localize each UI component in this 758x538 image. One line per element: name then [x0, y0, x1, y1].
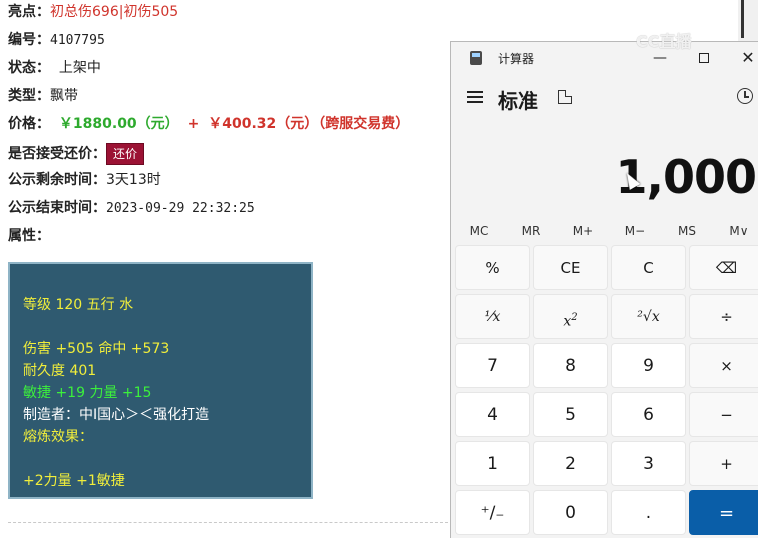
negate-button[interactable]: ⁺∕₋ — [455, 490, 530, 535]
haggle-button[interactable]: 还价 — [106, 143, 145, 165]
attr-durability: 耐久度 401 — [23, 363, 97, 379]
memory-recall-button[interactable]: MR — [505, 219, 557, 243]
digit-2-button[interactable]: 2 — [533, 441, 608, 486]
remaining-value: 3天13时 — [106, 172, 161, 188]
id-value: 4107795 — [50, 33, 105, 48]
plus-button[interactable]: + — [689, 441, 758, 486]
mode-title: 标准 — [498, 89, 538, 113]
attr-row: 属性： — [8, 227, 50, 245]
percent-button[interactable]: % — [455, 245, 530, 290]
digit-6-button[interactable]: 6 — [611, 392, 686, 437]
digit-1-button[interactable]: 1 — [455, 441, 530, 486]
minus-button[interactable]: − — [689, 392, 758, 437]
price-row: 价格： ￥1880.00（元） + ￥400.32（元）（跨服交易费） — [8, 115, 409, 133]
end-label: 公示结束时间： — [8, 200, 106, 216]
type-row: 类型：飘带 — [8, 87, 78, 105]
divide-button[interactable]: ÷ — [689, 294, 758, 339]
listing-panel: 亮点：初总伤696|初伤505 编号：4107795 状态： 上架中 类型：飘带… — [0, 0, 450, 538]
attr-stats: 敏捷 +19 力量 +15 — [23, 385, 152, 401]
memory-row: MC MR M+ M− MS M∨ — [453, 219, 758, 243]
background-scrollbar — [738, 0, 758, 42]
highlights-row: 亮点：初总伤696|初伤505 — [8, 3, 178, 21]
divider — [8, 522, 448, 523]
attr-label: 属性： — [8, 228, 50, 244]
memory-add-button[interactable]: M+ — [557, 219, 609, 243]
id-row: 编号：4107795 — [8, 31, 105, 50]
memory-subtract-button[interactable]: M− — [609, 219, 661, 243]
digit-4-button[interactable]: 4 — [455, 392, 530, 437]
type-label: 类型： — [8, 88, 50, 104]
type-value: 飘带 — [50, 88, 78, 104]
status-row: 状态： 上架中 — [8, 59, 101, 77]
highlights-value: 初总伤696|初伤505 — [50, 4, 179, 20]
close-button[interactable]: ✕ — [731, 46, 758, 70]
digit-9-button[interactable]: 9 — [611, 343, 686, 388]
price-plus: + — [187, 116, 200, 132]
id-label: 编号： — [8, 32, 50, 48]
title-bar[interactable]: 计算器 — ✕ — [451, 42, 758, 74]
haggle-label: 是否接受还价： — [8, 146, 106, 162]
window-title: 计算器 — [498, 52, 535, 66]
clear-entry-button[interactable]: CE — [533, 245, 608, 290]
history-icon[interactable] — [737, 88, 753, 104]
maximize-button[interactable] — [687, 46, 721, 70]
square-superscript: 2 — [571, 312, 578, 323]
end-value: 2023-09-29 22:32:25 — [106, 201, 255, 216]
multiply-button[interactable]: × — [689, 343, 758, 388]
scrollbar-thumb — [741, 0, 744, 38]
attr-level: 等级 120 五行 水 — [23, 297, 134, 313]
remaining-label: 公示剩余时间： — [8, 172, 106, 188]
calculator-window: 计算器 — ✕ 标准 1,000 MC MR M+ M− MS M∨ % CE … — [450, 41, 758, 538]
equals-button[interactable]: = — [689, 490, 758, 535]
end-row: 公示结束时间：2023-09-29 22:32:25 — [8, 199, 255, 218]
maximize-icon — [699, 53, 709, 63]
attr-damage: 伤害 +505 命中 +573 — [23, 341, 170, 357]
decimal-button[interactable]: . — [611, 490, 686, 535]
attr-maker: 制造者：中I国心＞＜强化打造 — [23, 407, 210, 423]
digit-0-button[interactable]: 0 — [533, 490, 608, 535]
attribute-box: 等级 120 五行 水 伤害 +505 命中 +573 耐久度 401 敏捷 +… — [8, 262, 313, 499]
reciprocal-button[interactable]: ⅟x — [455, 294, 530, 339]
stream-watermark: CC直播 — [636, 32, 692, 51]
digit-8-button[interactable]: 8 — [533, 343, 608, 388]
digit-7-button[interactable]: 7 — [455, 343, 530, 388]
status-label: 状态： — [8, 60, 50, 76]
memory-store-button[interactable]: MS — [661, 219, 713, 243]
square-button[interactable]: x2 — [533, 294, 608, 339]
memory-list-button[interactable]: M∨ — [713, 219, 758, 243]
digit-3-button[interactable]: 3 — [611, 441, 686, 486]
remaining-row: 公示剩余时间：3天13时 — [8, 171, 161, 189]
memory-clear-button[interactable]: MC — [453, 219, 505, 243]
square-root-button[interactable]: ²√x — [611, 294, 686, 339]
keep-on-top-icon[interactable] — [558, 90, 572, 104]
fee-value: ￥400.32（元）（跨服交易费） — [208, 116, 410, 132]
calculator-app-icon — [470, 51, 482, 65]
price-label: 价格： — [8, 116, 50, 132]
attr-smelt-effect: +2力量 +1敏捷 — [23, 473, 125, 489]
menu-icon[interactable] — [467, 90, 483, 104]
highlights-label: 亮点： — [8, 4, 50, 20]
price-value: ￥1880.00（元） — [58, 116, 179, 132]
attr-smelt-label: 熔炼效果： — [23, 429, 93, 445]
clear-button[interactable]: C — [611, 245, 686, 290]
haggle-row: 是否接受还价： 还价 — [8, 143, 145, 165]
digit-5-button[interactable]: 5 — [533, 392, 608, 437]
backspace-button[interactable]: ⌫ — [689, 245, 758, 290]
status-value: 上架中 — [58, 60, 101, 76]
